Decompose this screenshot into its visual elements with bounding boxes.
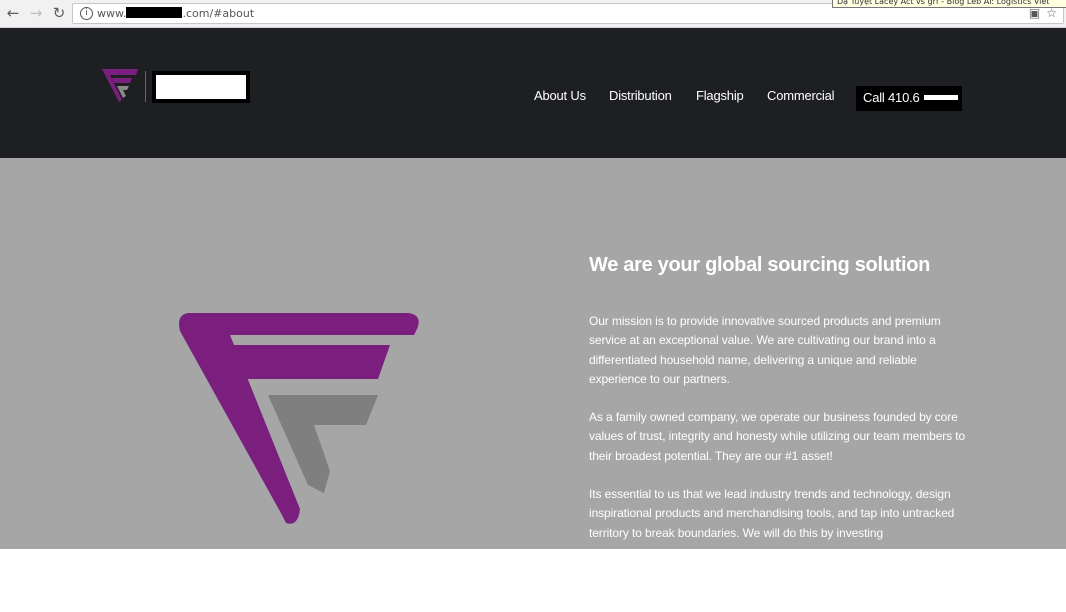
site-header: About Us Distribution Flagship Commercia…	[0, 28, 1066, 158]
url-suffix: .com/#about	[182, 7, 255, 20]
nav-about-us[interactable]: About Us	[534, 88, 586, 103]
reload-icon[interactable]: ↻	[50, 4, 68, 22]
star-icon[interactable]: ☆	[1046, 6, 1057, 20]
url-prefix: www.	[97, 7, 127, 20]
about-paragraph-innovation: Its essential to us that we lead industr…	[589, 487, 955, 540]
browser-toolbar: ← → ↻ i www. .com/#about ▣ ☆ Dạ Tuyệt Lace…	[0, 0, 1066, 28]
redacted-domain	[126, 7, 183, 18]
call-button[interactable]: Call 410.6	[856, 86, 962, 111]
about-paragraph-values: As a family owned company, we operate ou…	[589, 410, 966, 463]
nav-distribution[interactable]: Distribution	[609, 88, 672, 103]
info-icon[interactable]: i	[80, 7, 93, 20]
about-body: Our mission is to provide innovative sou…	[589, 312, 974, 549]
back-icon[interactable]: ←	[4, 4, 22, 22]
translate-icon[interactable]: ▣	[1029, 6, 1040, 20]
about-section: We are your global sourcing solution Our…	[0, 158, 1066, 549]
url-text[interactable]: www. .com/#about	[97, 7, 254, 20]
tab-tooltip: Dạ Tuyệt Lacey Act vs grf - Blog Leb Al:…	[832, 0, 1066, 8]
logo-divider	[145, 71, 146, 102]
about-paragraph-mission: Our mission is to provide innovative sou…	[589, 314, 941, 386]
page-blank-area	[0, 549, 1066, 612]
nav-commercial[interactable]: Commercial	[767, 88, 835, 103]
redacted-brand-name[interactable]	[152, 71, 250, 103]
nav-flagship[interactable]: Flagship	[696, 88, 744, 103]
forward-icon[interactable]: →	[27, 4, 45, 22]
brand-logo-icon[interactable]	[101, 68, 139, 102]
brand-emblem-icon	[179, 313, 419, 524]
about-title: We are your global sourcing solution	[589, 254, 931, 276]
redacted-phone	[923, 95, 958, 100]
call-label: Call 410.6	[863, 90, 920, 105]
